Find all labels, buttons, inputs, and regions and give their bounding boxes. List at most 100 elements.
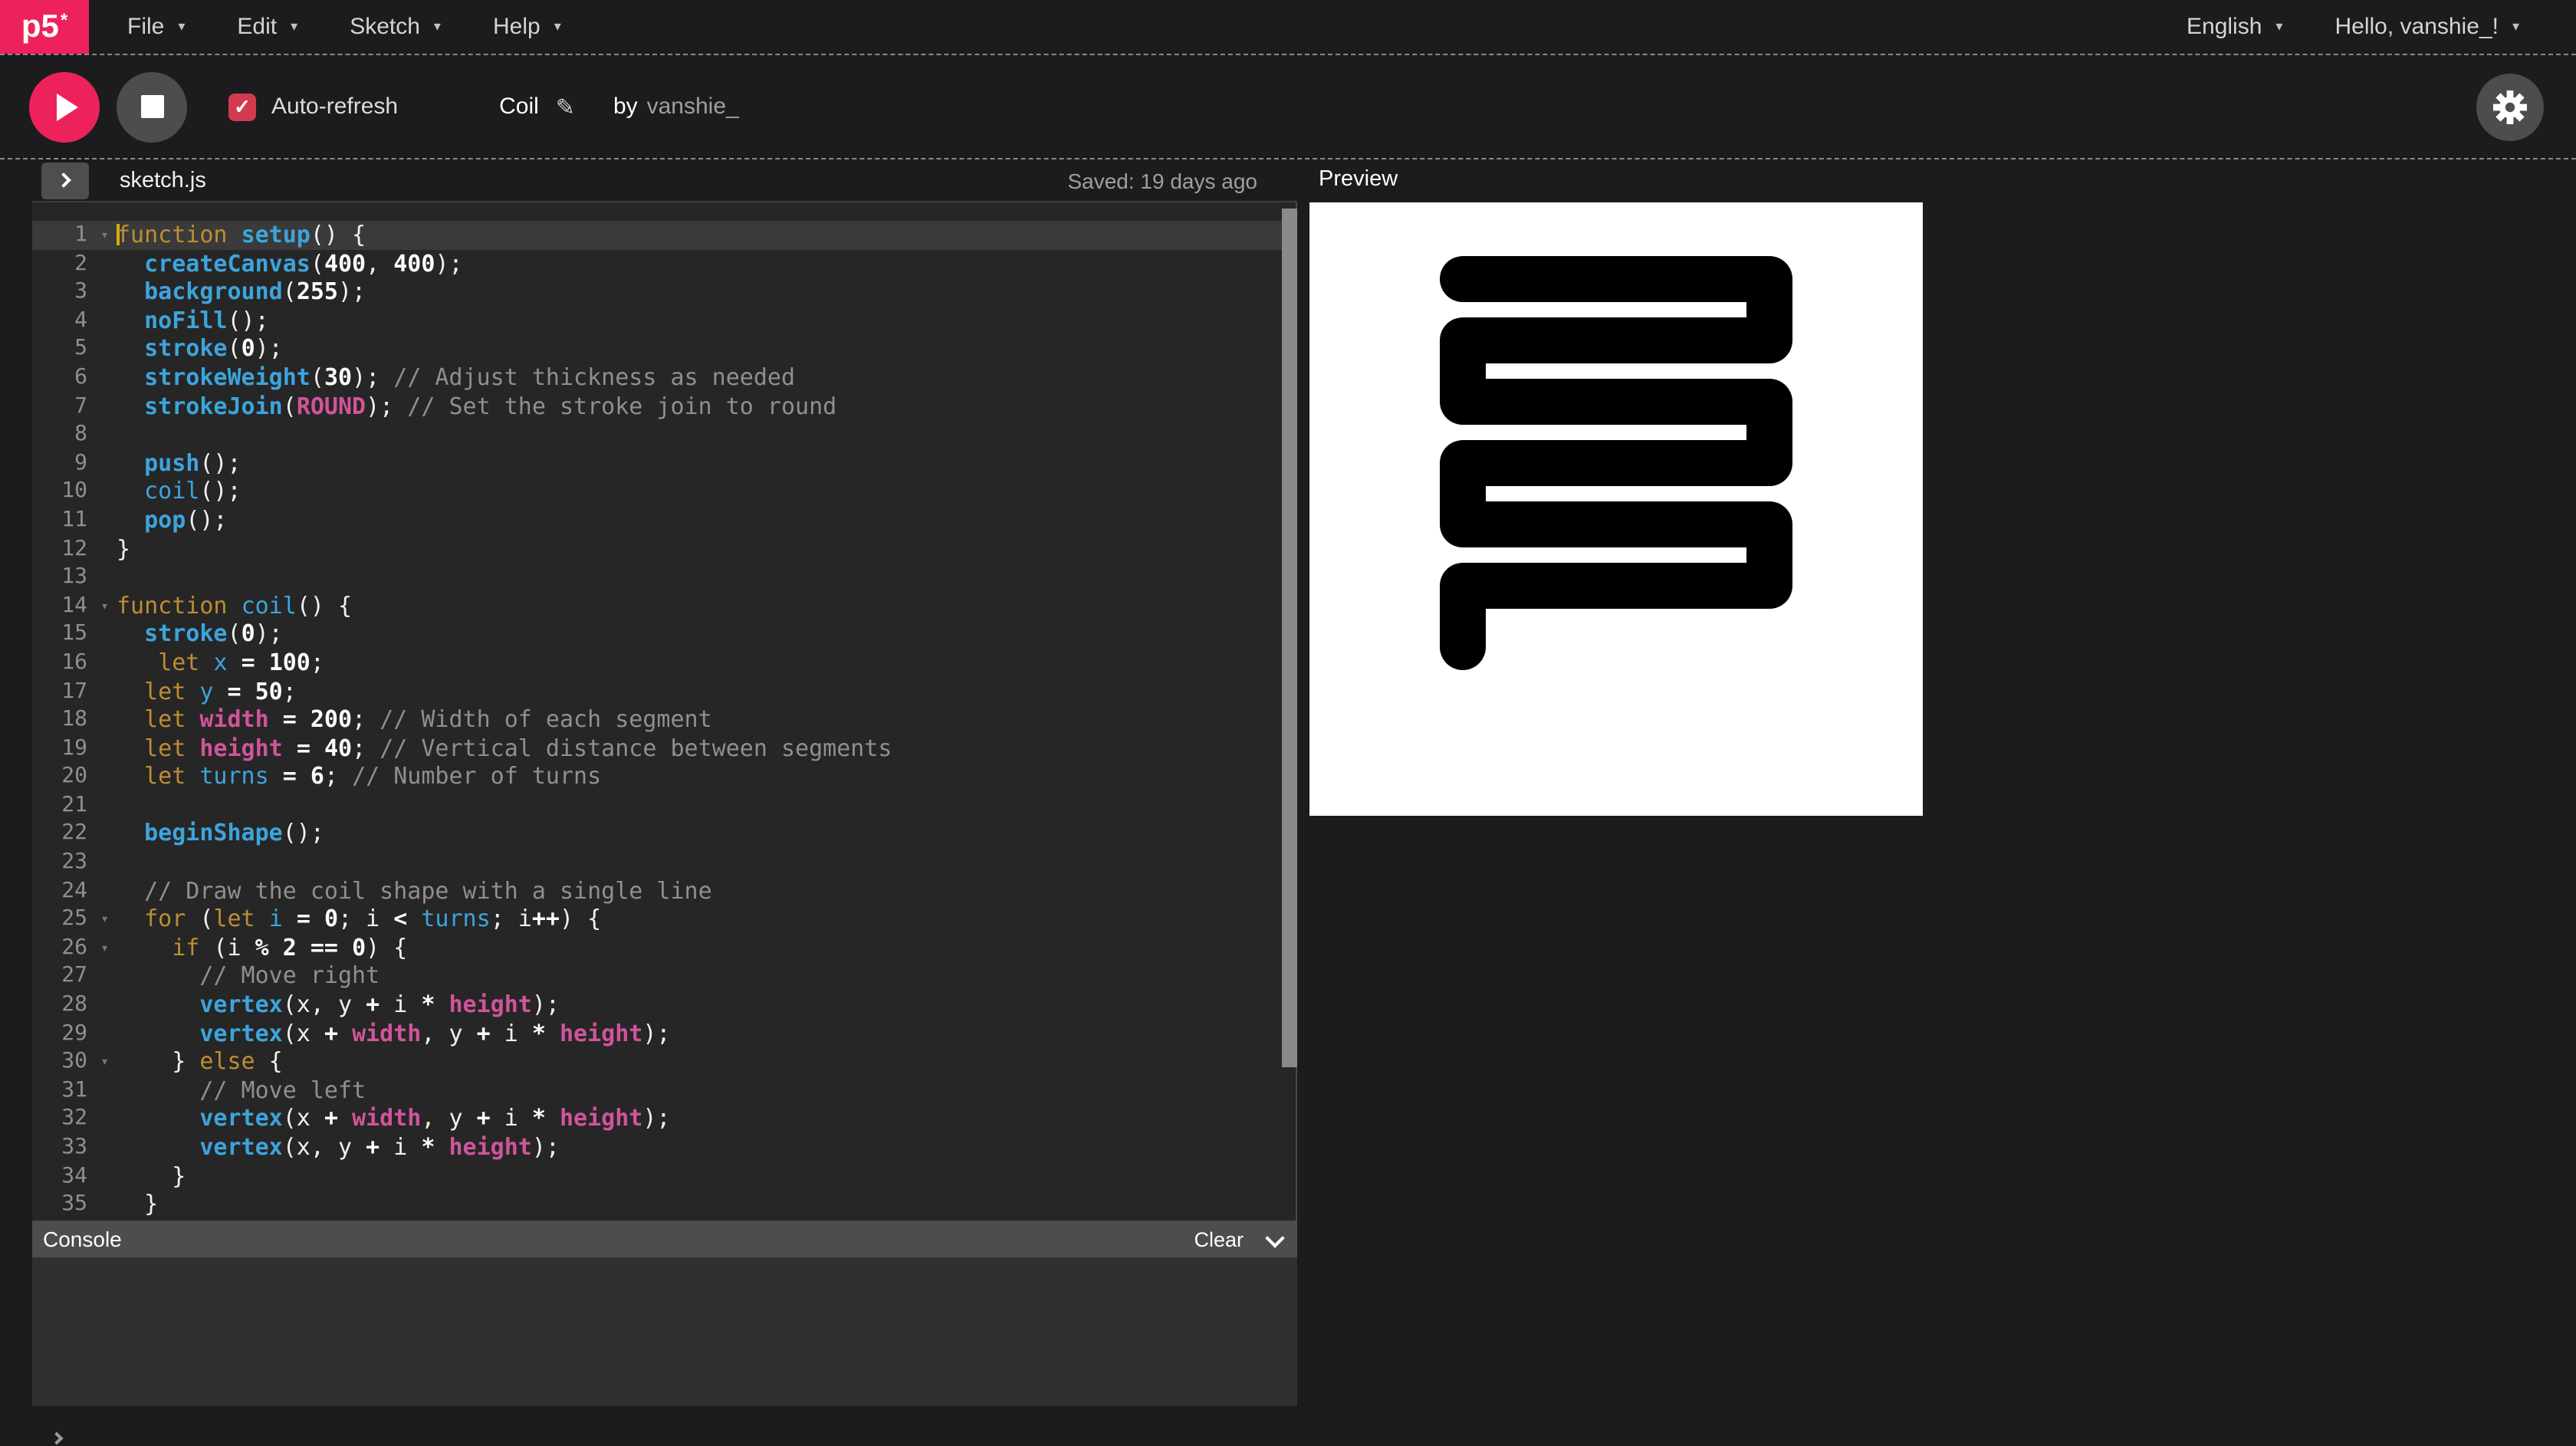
code-line[interactable]: 19 let height = 40; // Vertical distance… [32, 734, 1297, 762]
code-text: let turns = 6; // Number of turns [106, 763, 601, 791]
line-number: 29 [32, 1019, 106, 1047]
console-collapse-button[interactable] [1268, 1234, 1282, 1244]
code-line[interactable]: 16 let x = 100; [32, 649, 1297, 677]
menu-help[interactable]: Help▾ [467, 14, 587, 40]
code-line[interactable]: 24 // Draw the coil shape with a single … [32, 876, 1297, 905]
sketch-name: Coil [499, 94, 539, 120]
code-text: } [106, 1162, 186, 1190]
line-number: 21 [32, 791, 106, 820]
line-number: 25▾ [32, 905, 106, 934]
code-line[interactable]: 8 [32, 420, 1297, 449]
line-number: 22 [32, 820, 106, 848]
auto-refresh-control: ✓ Auto-refresh [228, 93, 398, 120]
settings-button[interactable] [2476, 73, 2544, 140]
code-line[interactable]: 15 stroke(0); [32, 620, 1297, 649]
code-line[interactable]: 10 coil(); [32, 478, 1297, 506]
toolbar: ✓ Auto-refresh Coil ✎ byvanshie_ [0, 55, 2576, 159]
line-number: 5 [32, 335, 106, 363]
code-line[interactable]: 2 createCanvas(400, 400); [32, 249, 1297, 278]
fold-arrow-icon[interactable]: ▾ [100, 222, 109, 251]
code-line[interactable]: 25▾ for (let i = 0; i < turns; i++) { [32, 905, 1297, 934]
code-line[interactable]: 31 // Move left [32, 1076, 1297, 1105]
chevron-down-icon: ▾ [434, 18, 441, 35]
code-line[interactable]: 29 vertex(x + width, y + i * height); [32, 1019, 1297, 1047]
play-icon [48, 90, 81, 123]
code-text: stroke(0); [106, 620, 283, 649]
code-line[interactable]: 34 } [32, 1162, 1297, 1190]
fold-arrow-icon[interactable]: ▾ [100, 1049, 109, 1077]
code-line[interactable]: 32 vertex(x + width, y + i * height); [32, 1105, 1297, 1133]
code-line[interactable]: 13 [32, 563, 1297, 591]
file-tab-sketch-js[interactable]: sketch.js [120, 168, 206, 192]
menu-account[interactable]: Hello, vanshie_!▾ [2308, 14, 2545, 40]
code-line[interactable]: 27 // Move right [32, 962, 1297, 991]
code-line[interactable]: 3 background(255); [32, 278, 1297, 306]
edit-sketch-name-icon[interactable]: ✎ [556, 93, 575, 120]
line-number: 13 [32, 563, 106, 591]
code-line[interactable]: 33 vertex(x, y + i * height); [32, 1133, 1297, 1162]
code-line[interactable]: 30▾ } else { [32, 1047, 1297, 1076]
code-line[interactable]: 6 strokeWeight(30); // Adjust thickness … [32, 363, 1297, 392]
console-title: Console [43, 1227, 122, 1251]
fold-arrow-icon[interactable]: ▾ [100, 593, 109, 621]
code-line[interactable]: 14▾function coil() { [32, 591, 1297, 619]
code-line[interactable]: 20 let turns = 6; // Number of turns [32, 763, 1297, 791]
line-number: 9 [32, 449, 106, 478]
code-line[interactable]: 17 let y = 50; [32, 677, 1297, 705]
code-text: pop(); [106, 506, 228, 534]
code-line[interactable]: 35 } [32, 1190, 1297, 1218]
code-line[interactable]: 28 vertex(x, y + i * height); [32, 991, 1297, 1019]
line-number: 18 [32, 705, 106, 734]
menu-language[interactable]: English▾ [2160, 14, 2308, 40]
line-number: 33 [32, 1133, 106, 1162]
author-link[interactable]: vanshie_ [647, 94, 739, 120]
menu-label: Hello, vanshie_! [2334, 14, 2498, 40]
code-text: vertex(x, y + i * height); [106, 991, 560, 1019]
preview-canvas [1309, 202, 1923, 816]
code-line[interactable]: 9 push(); [32, 449, 1297, 478]
menu-sketch[interactable]: Sketch▾ [324, 14, 467, 40]
line-number: 24 [32, 876, 106, 905]
code-line[interactable]: 23 [32, 848, 1297, 876]
code-line[interactable]: 4 noFill(); [32, 307, 1297, 335]
fold-arrow-icon[interactable]: ▾ [100, 935, 109, 964]
line-number: 15 [32, 620, 106, 649]
chevron-right-icon [51, 1432, 64, 1445]
code-text: strokeWeight(30); // Adjust thickness as… [106, 363, 795, 392]
console-header: Console Clear [32, 1221, 1297, 1257]
console-prompt-toggle[interactable] [57, 1423, 1297, 1446]
stop-button[interactable] [117, 71, 187, 142]
p5-logo[interactable]: p5* [0, 0, 89, 54]
code-text: coil(); [106, 478, 242, 506]
code-line[interactable]: 21 [32, 791, 1297, 820]
code-line[interactable]: 12} [32, 534, 1297, 563]
play-button[interactable] [29, 71, 100, 142]
code-line[interactable]: 18 let width = 200; // Width of each seg… [32, 705, 1297, 734]
coil-path [1463, 279, 1769, 647]
line-number: 2 [32, 249, 106, 278]
scrollbar-thumb[interactable] [1282, 209, 1297, 1067]
line-number: 26▾ [32, 934, 106, 962]
code-line[interactable]: 1▾function setup() { [32, 221, 1297, 249]
line-number: 35 [32, 1190, 106, 1218]
code-line[interactable]: 22 beginShape(); [32, 820, 1297, 848]
menu-file[interactable]: File▾ [101, 14, 211, 40]
code-line[interactable]: 5 stroke(0); [32, 335, 1297, 363]
code-text: } [106, 534, 130, 563]
code-line[interactable]: 7 strokeJoin(ROUND); // Set the stroke j… [32, 392, 1297, 420]
menu-edit[interactable]: Edit▾ [211, 14, 324, 40]
line-number: 28 [32, 991, 106, 1019]
clear-console-button[interactable]: Clear [1194, 1227, 1244, 1250]
code-line[interactable]: 26▾ if (i % 2 == 0) { [32, 934, 1297, 962]
chevron-down-icon: ▾ [291, 18, 297, 35]
code-text: // Move left [106, 1076, 366, 1105]
code-line[interactable]: 11 pop(); [32, 506, 1297, 534]
line-number: 23 [32, 848, 106, 876]
fold-arrow-icon[interactable]: ▾ [100, 907, 109, 935]
line-number: 7 [32, 392, 106, 420]
byline: byvanshie_ [613, 94, 739, 120]
auto-refresh-checkbox[interactable]: ✓ [228, 93, 256, 120]
code-editor[interactable]: 1▾function setup() {2 createCanvas(400, … [32, 202, 1297, 1221]
sidebar-toggle-button[interactable] [41, 162, 89, 199]
code-text: } else { [106, 1047, 283, 1076]
